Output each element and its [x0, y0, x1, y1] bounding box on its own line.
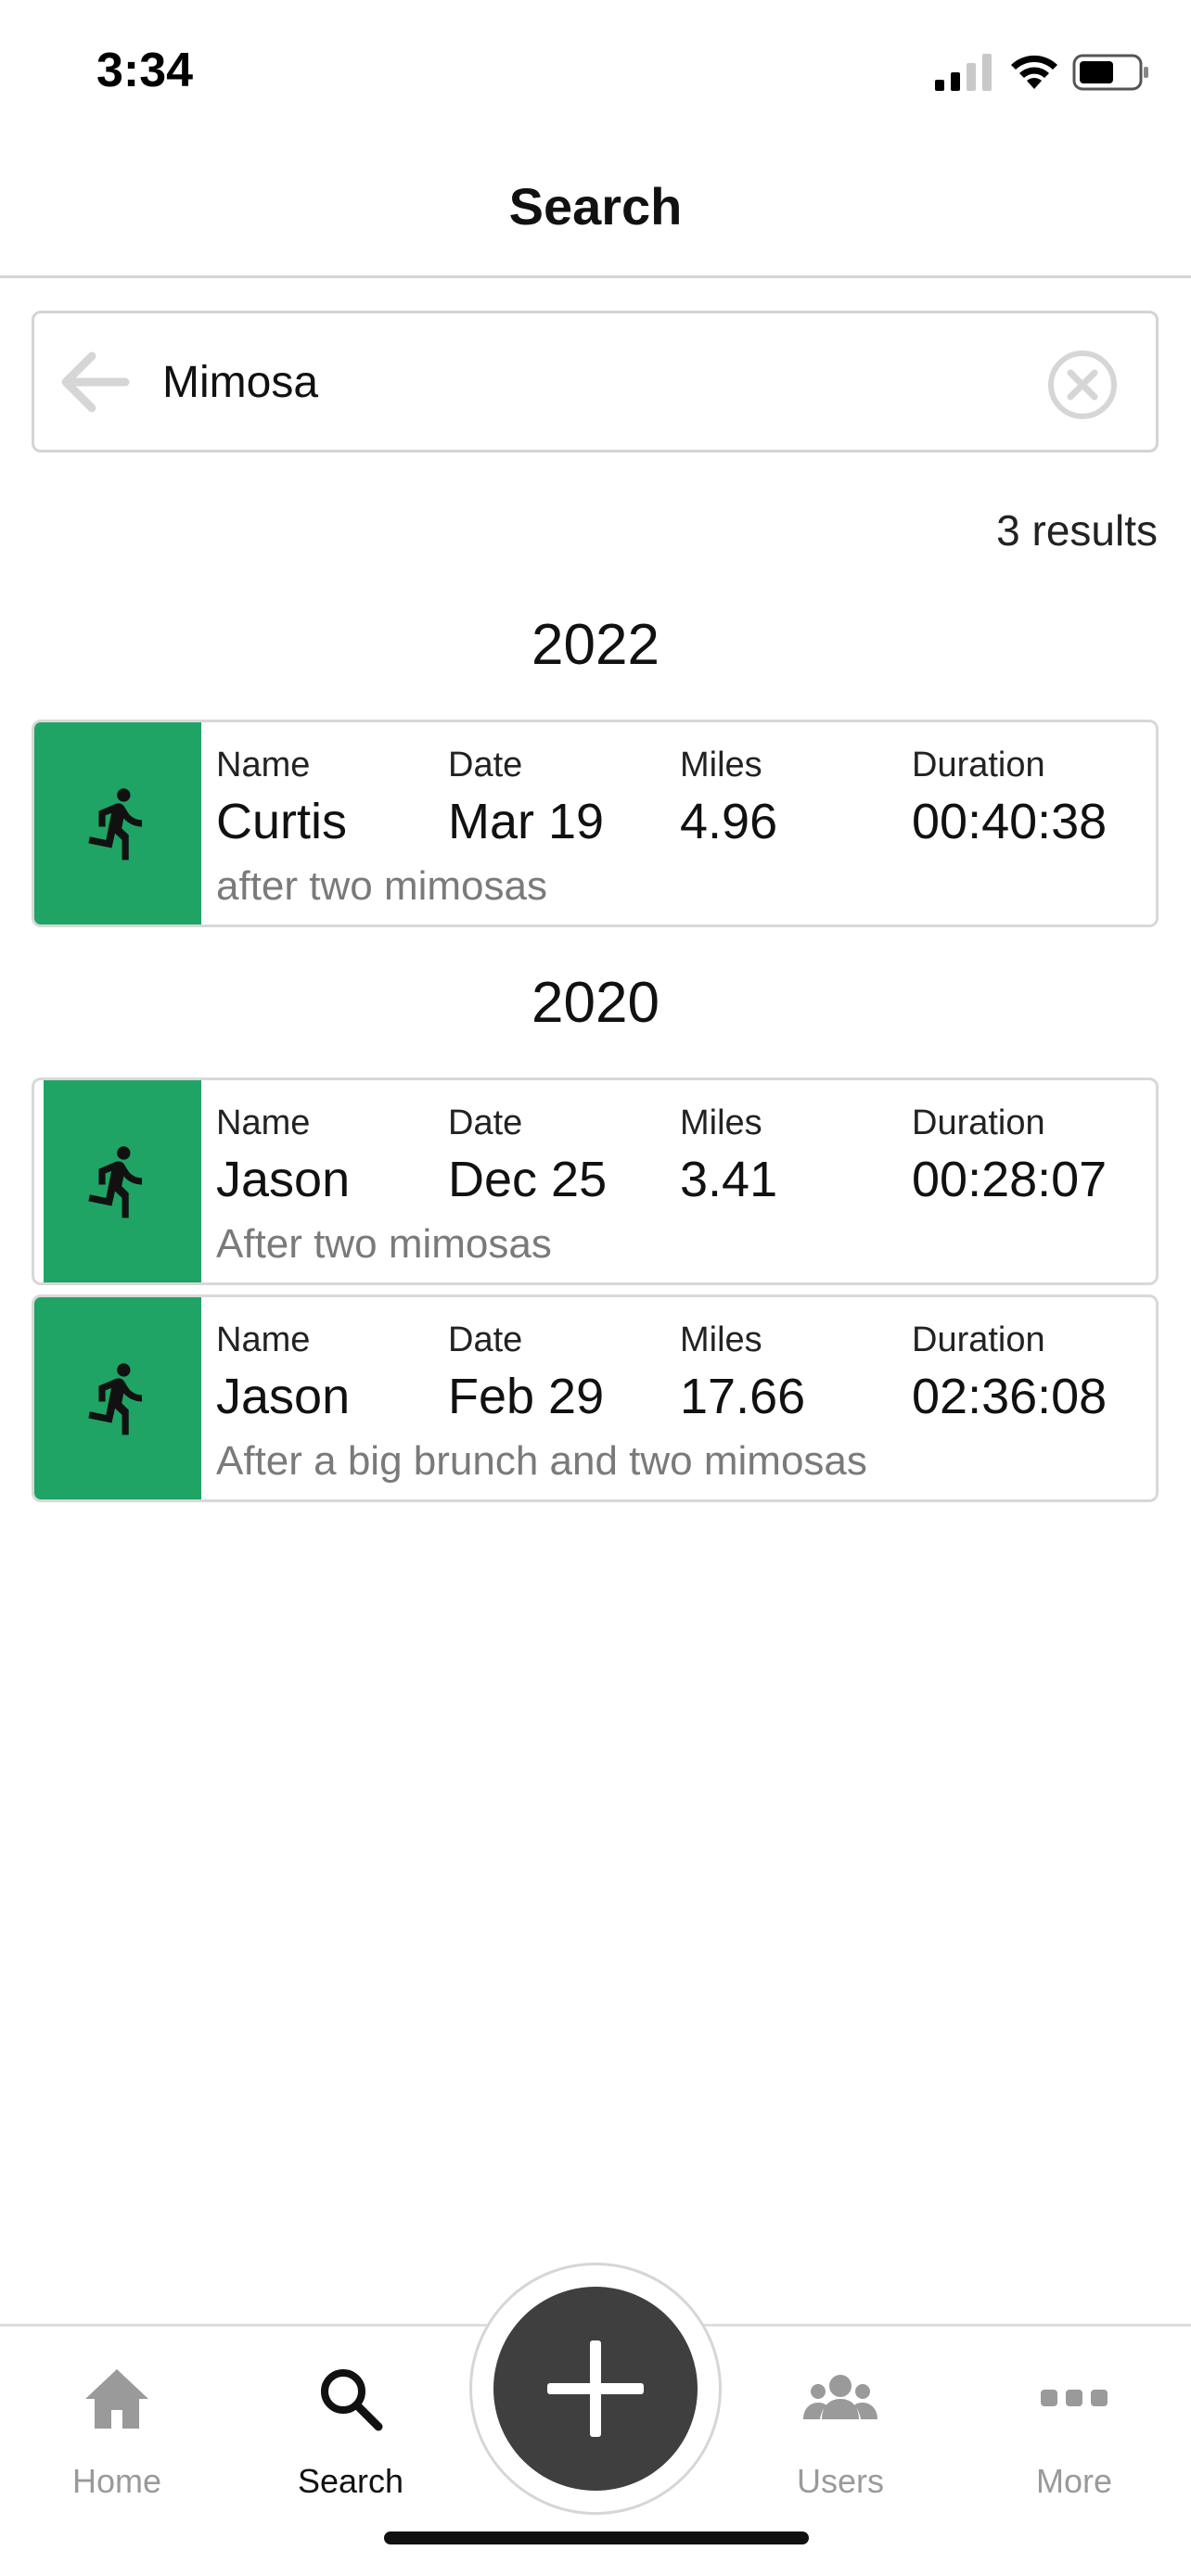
status-bar: 3:34	[0, 0, 1191, 139]
name-column: Name Jason	[216, 1101, 350, 1212]
activity-note: After two mimosas	[216, 1221, 552, 1267]
duration-label: Duration	[912, 1103, 1045, 1142]
date-column: Date Feb 29	[448, 1318, 604, 1429]
date-column: Date Dec 25	[448, 1101, 607, 1212]
tab-home-label: Home	[71, 2462, 162, 2500]
year-heading: 2020	[531, 971, 660, 1035]
clear-search-icon[interactable]	[1046, 349, 1119, 421]
tab-more-label: More	[1035, 2462, 1113, 2500]
year-heading: 2022	[531, 613, 660, 677]
miles-value: 4.96	[680, 794, 778, 849]
battery-icon	[1072, 54, 1148, 91]
activity-note: After a big brunch and two mimosas	[216, 1438, 867, 1484]
activity-note: after two mimosas	[216, 863, 547, 909]
name-value: Curtis	[216, 794, 348, 849]
plus-icon-bar	[547, 2383, 644, 2394]
running-icon	[88, 788, 143, 861]
name-label: Name	[216, 746, 311, 784]
tab-more[interactable]: More	[981, 2345, 1167, 2503]
name-column: Name Jason	[216, 1318, 350, 1429]
duration-value: 02:36:08	[912, 1369, 1108, 1424]
date-value: Dec 25	[448, 1152, 608, 1207]
name-value: Jason	[216, 1369, 351, 1424]
activity-type-strip	[34, 1297, 201, 1499]
date-column: Date Mar 19	[448, 743, 604, 854]
running-icon	[88, 1363, 143, 1435]
home-indicator[interactable]	[384, 2531, 809, 2544]
tab-users-label: Users	[796, 2462, 884, 2500]
duration-column: Duration 00:40:38	[912, 743, 1107, 854]
more-icon	[1041, 2390, 1108, 2406]
name-label: Name	[216, 1103, 311, 1142]
duration-value: 00:28:07	[912, 1152, 1108, 1207]
back-arrow-icon[interactable]	[57, 349, 131, 415]
date-label: Date	[448, 746, 523, 784]
activity-type-strip	[34, 722, 201, 925]
miles-value: 3.41	[680, 1152, 778, 1207]
date-value: Feb 29	[448, 1369, 605, 1424]
activity-type-strip	[44, 1080, 201, 1282]
header: Search	[0, 139, 1191, 278]
users-icon	[803, 2375, 877, 2419]
name-column: Name Curtis	[216, 743, 347, 854]
search-input[interactable]	[162, 339, 1053, 425]
duration-label: Duration	[912, 746, 1045, 784]
duration-value: 00:40:38	[912, 794, 1108, 849]
duration-column: Duration 00:28:07	[912, 1101, 1107, 1212]
status-time: 3:34	[96, 44, 194, 97]
date-label: Date	[448, 1103, 523, 1142]
date-label: Date	[448, 1320, 523, 1359]
activity-card[interactable]: Name Curtis Date Mar 19 Miles 4.96 Durat…	[32, 720, 1159, 927]
miles-column: Miles 17.66	[680, 1318, 805, 1429]
miles-value: 17.66	[680, 1369, 806, 1424]
miles-label: Miles	[680, 1103, 762, 1142]
activity-card[interactable]: Name Jason Date Feb 29 Miles 17.66 Durat…	[32, 1294, 1159, 1502]
name-value: Jason	[216, 1152, 351, 1207]
tab-users[interactable]: Users	[748, 2345, 933, 2503]
activity-card[interactable]: Name Jason Date Dec 25 Miles 3.41 Durati…	[32, 1078, 1159, 1285]
tab-search[interactable]: Search	[258, 2345, 443, 2503]
miles-column: Miles 4.96	[680, 743, 777, 854]
running-icon	[88, 1146, 143, 1218]
miles-label: Miles	[680, 1320, 762, 1359]
page-title: Search	[508, 177, 683, 236]
results-count: 3 results	[996, 506, 1158, 555]
home-icon	[85, 2369, 148, 2429]
name-label: Name	[216, 1320, 311, 1359]
search-icon	[321, 2369, 383, 2431]
search-box	[32, 311, 1159, 453]
miles-label: Miles	[680, 746, 762, 784]
tab-home[interactable]: Home	[24, 2345, 210, 2503]
wifi-icon	[1011, 55, 1057, 89]
date-value: Mar 19	[448, 794, 605, 849]
add-activity-button[interactable]	[493, 2287, 698, 2491]
duration-column: Duration 02:36:08	[912, 1318, 1107, 1429]
cellular-signal-icon	[935, 54, 992, 91]
duration-label: Duration	[912, 1320, 1045, 1359]
miles-column: Miles 3.41	[680, 1101, 777, 1212]
tab-search-label: Search	[297, 2462, 404, 2500]
